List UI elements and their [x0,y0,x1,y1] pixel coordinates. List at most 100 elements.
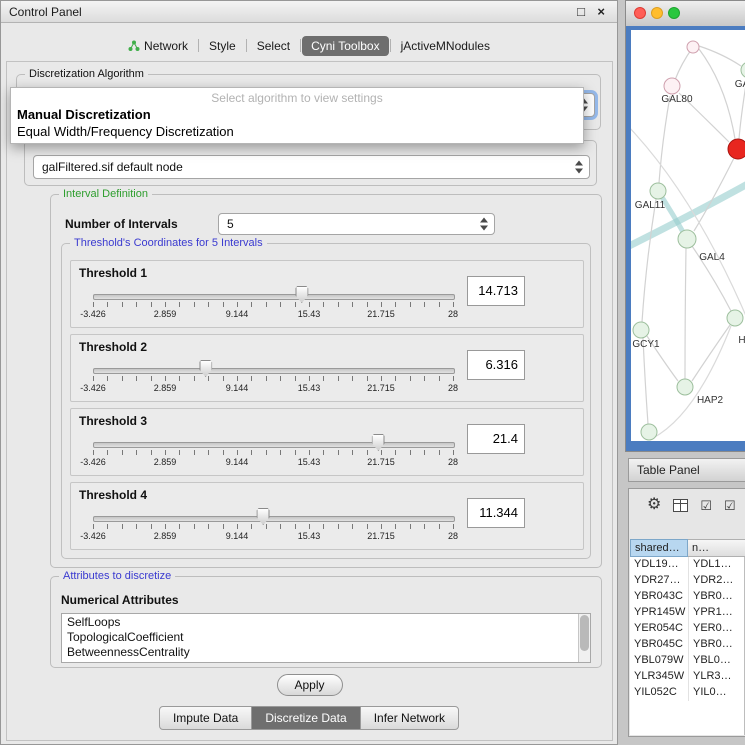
slider-thumb[interactable] [257,508,270,525]
number-of-intervals-combobox[interactable]: 5 [218,213,495,235]
list-item[interactable]: BetweennessCentrality [62,645,577,660]
threshold-slider[interactable] [93,368,455,374]
slider-ticks [93,376,453,382]
network-node[interactable] [687,41,699,53]
threshold-panel: Threshold 2 -3.4262.8599.14415.4321.7152… [70,334,584,402]
dropdown-hint: Select algorithm to view settings [11,88,583,106]
threshold-value-input[interactable]: 21.4 [467,424,525,454]
table-row[interactable]: YBR045CYBR0… [630,637,744,653]
table-panel-window: ⚙ ☑ ☑ shared… n… YDL19…YDL1…YDR27…YDR2…Y… [628,488,745,737]
network-node[interactable] [741,62,745,78]
slider-thumb[interactable] [199,360,212,377]
network-node[interactable] [677,379,693,395]
table-row[interactable]: YBL079WYBL0… [630,653,744,669]
table-toolbar: ⚙ ☑ ☑ [629,489,745,521]
table-row[interactable]: YBR043CYBR0… [630,589,744,605]
tab-label: Select [257,39,290,53]
control-panel-tabbar: Network Style Select Cyni Toolbox jActiv… [1,33,617,58]
threshold-panel: Threshold 4 -3.4262.8599.14415.4321.7152… [70,482,584,550]
table-panel-titlebar: Table Panel [628,458,745,482]
tab-separator [246,39,247,52]
threshold-slider[interactable] [93,442,455,448]
dropdown-item-equal-width-frequency[interactable]: Equal Width/Frequency Discretization [11,123,583,140]
list-item[interactable]: SelfLoops [62,615,577,630]
node-label: GA [735,79,745,90]
network-node[interactable] [727,310,743,326]
threshold-slider[interactable] [93,294,455,300]
close-traffic-light[interactable] [634,7,646,19]
tab-label: Style [209,39,236,53]
threshold-value-input[interactable]: 11.344 [467,498,525,528]
network-node[interactable] [664,78,680,94]
table-row[interactable]: YDR27…YDR2… [630,573,744,589]
tab-discretize-data[interactable]: Discretize Data [251,706,360,730]
tab-cyni-toolbox[interactable]: Cyni Toolbox [302,36,388,56]
network-view-window: GAL80GAGAL11GAL4GCY1HHAP2 [625,0,745,452]
list-item[interactable]: TopologicalCoefficient [62,630,577,645]
tab-style[interactable]: Style [200,36,245,56]
threshold-label: Threshold 4 [79,488,147,502]
table-body: YDL19…YDL1…YDR27…YDR2…YBR043CYBR0…YPR145… [630,557,744,735]
tab-infer-network[interactable]: Infer Network [360,706,459,730]
apply-button[interactable]: Apply [276,674,342,696]
network-node[interactable] [641,424,657,440]
tab-network[interactable]: Network [119,36,197,56]
float-window-icon[interactable]: □ [577,1,585,23]
cyni-toolbox-panel: Discretization Algorithm Select algorith… [6,61,613,741]
group-title: Interval Definition [59,188,152,200]
combo-arrows-icon [480,218,489,231]
threshold-value-input[interactable]: 6.316 [467,350,525,380]
gear-icon[interactable]: ⚙ [647,497,661,513]
threshold-slider[interactable] [93,516,455,522]
network-edge [685,248,686,379]
slider-thumb[interactable] [372,434,385,451]
tab-select[interactable]: Select [248,36,299,56]
network-node[interactable] [728,139,745,159]
zoom-traffic-light[interactable] [668,7,680,19]
numerical-attributes-list[interactable]: SelfLoopsTopologicalCoefficientBetweenne… [61,613,591,663]
tab-label: Cyni Toolbox [311,39,379,53]
cyni-bottom-tabbar: Impute Data Discretize Data Infer Networ… [7,706,612,730]
network-node[interactable] [650,183,666,199]
table-row[interactable]: YLR345WYLR3… [630,669,744,685]
table-row[interactable]: YPR145WYPR1… [630,605,744,621]
slider-thumb[interactable] [295,286,308,303]
table-row[interactable]: YDL19…YDL1… [630,557,744,573]
network-canvas[interactable]: GAL80GAGAL11GAL4GCY1HHAP2 [631,30,745,441]
network-edge [642,199,656,322]
column-header-shared-name[interactable]: shared… [630,539,688,557]
network-edge [643,338,648,424]
checkbox-icon[interactable]: ☑ [724,499,736,512]
combo-value: galFiltered.sif default node [42,156,183,178]
control-panel-titlebar: Control Panel □ × [1,1,617,23]
table-row[interactable]: YER054CYER0… [630,621,744,637]
checkbox-icon[interactable]: ☑ [700,499,712,512]
slider-scale-labels: -3.4262.8599.14415.4321.71528 [93,383,453,394]
table-panel-title: Table Panel [637,463,700,477]
column-header-name[interactable]: n… [688,539,745,557]
node-label: GCY1 [632,339,660,350]
node-label: HAP2 [697,395,724,406]
dropdown-item-manual-discretization[interactable]: Manual Discretization [11,106,583,123]
network-svg: GAL80GAGAL11GAL4GCY1HHAP2 [631,30,745,441]
table-row[interactable]: YIL052CYIL0… [630,685,744,701]
tab-separator [300,39,301,52]
network-focus-frame: GAL80GAGAL11GAL4GCY1HHAP2 [626,26,745,451]
node-label: GAL80 [661,94,693,105]
network-node[interactable] [678,230,696,248]
tab-separator [198,39,199,52]
tab-jactivemnodules[interactable]: jActiveMNodules [392,36,499,56]
close-icon[interactable]: × [597,1,605,23]
table-data-combobox[interactable]: galFiltered.sif default node [33,155,590,179]
network-node[interactable] [633,322,649,338]
list-scrollbar[interactable] [578,614,590,662]
slider-scale-labels: -3.4262.8599.14415.4321.71528 [93,457,453,468]
threshold-value-input[interactable]: 14.713 [467,276,525,306]
columns-icon[interactable] [673,499,688,512]
scrollbar-thumb[interactable] [580,615,589,651]
group-title: Attributes to discretize [59,570,175,582]
minimize-traffic-light[interactable] [651,7,663,19]
tab-impute-data[interactable]: Impute Data [159,706,252,730]
network-edge [699,49,735,139]
threshold-panel: Threshold 1 -3.4262.8599.14415.4321.7152… [70,260,584,328]
